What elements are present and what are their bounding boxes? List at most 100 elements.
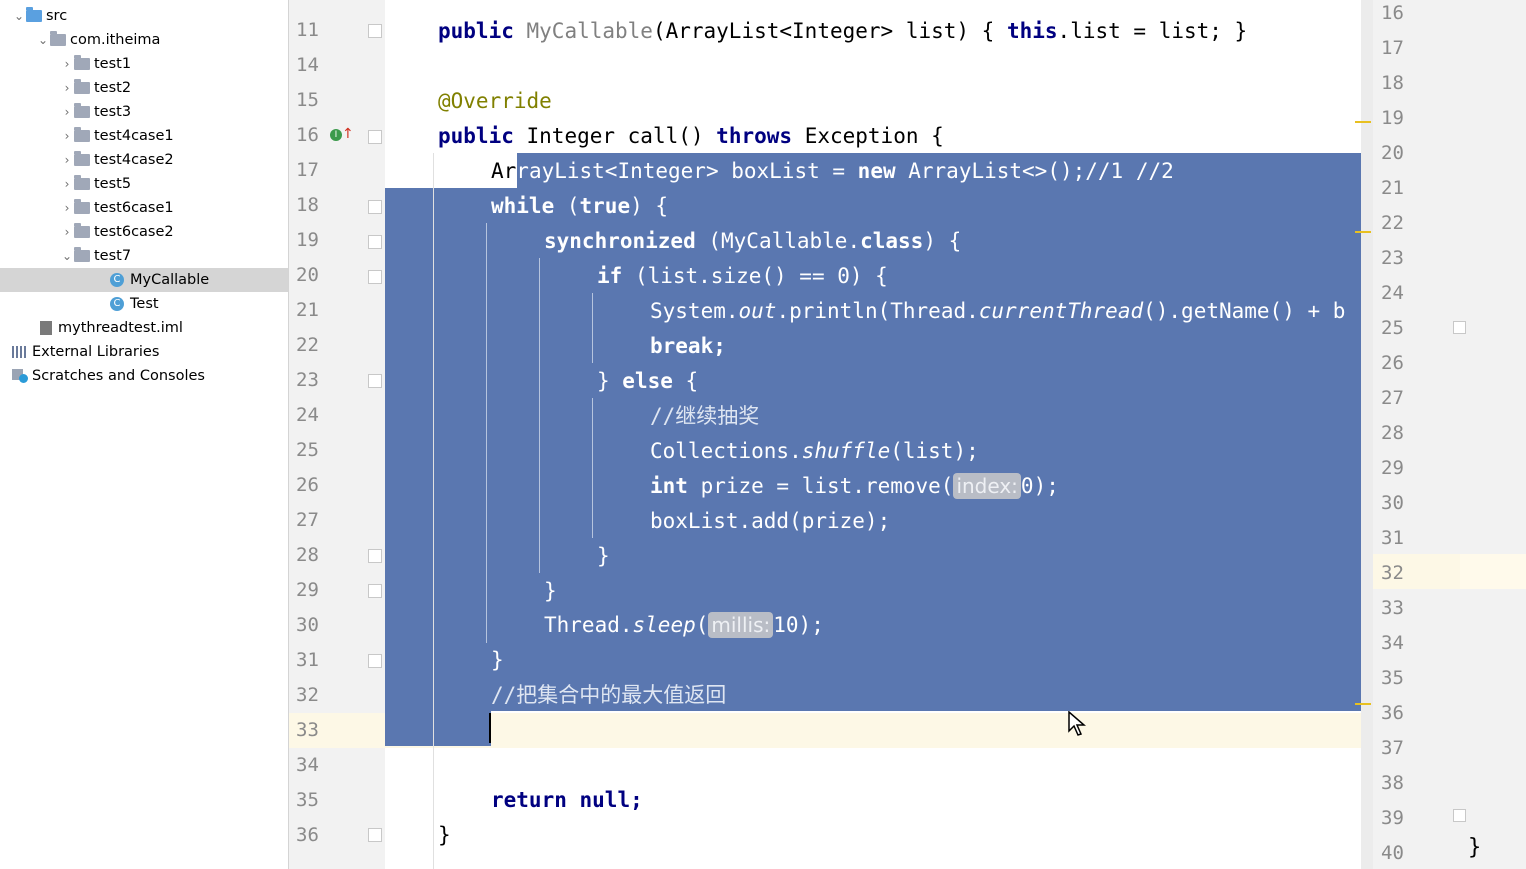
chevron-right-icon[interactable]: › <box>60 57 74 71</box>
code-line-16: public Integer call() throws Exception { <box>438 124 944 148</box>
chevron-right-icon[interactable]: › <box>60 225 74 239</box>
fold-end-icon[interactable] <box>1453 809 1466 822</box>
line-number: 27 <box>296 509 319 531</box>
chevron-right-icon[interactable]: › <box>60 81 74 95</box>
code-line-35: return null; <box>491 788 643 812</box>
fold-expand-icon[interactable] <box>368 24 382 38</box>
code-line-15: @Override <box>438 89 552 113</box>
line-number: 32 <box>296 684 319 706</box>
fold-collapse-icon[interactable] <box>368 200 382 214</box>
tree-item-test3[interactable]: › test3 <box>0 100 288 124</box>
tree-item-test4case2[interactable]: › test4case2 <box>0 148 288 172</box>
parameter-hint: millis: <box>708 612 774 638</box>
tree-item-test1[interactable]: › test1 <box>0 52 288 76</box>
tree-item-iml[interactable]: mythreadtest.iml <box>0 316 288 340</box>
code-line-26: int prize = list.remove(index: 0); <box>650 473 1059 499</box>
tree-item-label: MyCallable <box>130 272 210 288</box>
tree-item-test5[interactable]: › test5 <box>0 172 288 196</box>
tree-item-test7[interactable]: ⌄ test7 <box>0 244 288 268</box>
tree-item-external-libraries[interactable]: External Libraries <box>0 340 288 364</box>
fold-collapse-icon[interactable] <box>368 130 382 144</box>
closing-brace: } <box>1468 835 1482 860</box>
indent-guide <box>486 223 487 643</box>
split-editor-panel: 16 17 18 19 20 21 22 23 24 25 26 27 28 2… <box>1373 0 1526 869</box>
text-caret <box>489 713 491 743</box>
chevron-right-icon[interactable]: › <box>60 201 74 215</box>
editor-scroll-strip[interactable] <box>1361 0 1373 869</box>
package-icon <box>74 55 90 70</box>
tree-item-label: test6case2 <box>94 224 174 240</box>
line-number: 19 <box>1381 107 1404 129</box>
tree-item-src[interactable]: ⌄ src <box>0 4 288 28</box>
warning-marker[interactable] <box>1355 121 1371 123</box>
warning-marker[interactable] <box>1355 231 1371 233</box>
fold-end-icon[interactable] <box>368 654 382 668</box>
tree-item-label: test2 <box>94 80 132 96</box>
line-number: 23 <box>1381 247 1404 269</box>
tree-item-label: External Libraries <box>32 344 160 360</box>
line-number: 11 <box>296 19 319 41</box>
chevron-down-icon[interactable]: ⌄ <box>36 33 50 47</box>
code-line-17: ArrayList<Integer> boxList = new ArrayLi… <box>491 159 1174 183</box>
code-editor[interactable]: public MyCallable(ArrayList<Integer> lis… <box>385 0 1373 869</box>
package-icon <box>74 223 90 238</box>
fold-collapse-icon[interactable] <box>368 270 382 284</box>
warning-marker[interactable] <box>1355 703 1371 705</box>
line-number: 28 <box>1381 422 1404 444</box>
tree-item-scratches[interactable]: Scratches and Consoles <box>0 364 288 388</box>
chevron-right-icon[interactable]: › <box>60 129 74 143</box>
package-icon <box>50 31 66 46</box>
fold-end-icon[interactable] <box>368 374 382 388</box>
tree-item-test[interactable]: C Test <box>0 292 288 316</box>
source-folder-icon <box>26 7 42 22</box>
line-number: 22 <box>296 334 319 356</box>
tree-item-label: test6case1 <box>94 200 174 216</box>
chevron-right-icon[interactable]: › <box>60 177 74 191</box>
tree-item-test2[interactable]: › test2 <box>0 76 288 100</box>
code-line-19: synchronized (MyCallable.class) { <box>544 229 962 253</box>
line-number: 36 <box>296 824 319 846</box>
package-icon <box>74 247 90 262</box>
line-number: 40 <box>1381 842 1404 864</box>
tree-item-test6case2[interactable]: › test6case2 <box>0 220 288 244</box>
implements-method-icon[interactable]: I ↑ <box>330 126 354 144</box>
indent-guide <box>539 258 540 573</box>
line-number: 24 <box>1381 282 1404 304</box>
indent-guide <box>592 293 593 363</box>
fold-end-icon[interactable] <box>368 828 382 842</box>
tree-item-mycallable[interactable]: C MyCallable <box>0 268 288 292</box>
code-line-21: System.out.println(Thread.currentThread(… <box>650 299 1346 323</box>
fold-collapse-icon[interactable] <box>368 235 382 249</box>
line-number: 21 <box>1381 177 1404 199</box>
mouse-pointer-icon <box>1068 711 1086 736</box>
chevron-down-icon[interactable]: ⌄ <box>60 249 74 263</box>
package-icon <box>74 175 90 190</box>
code-line-29: } <box>544 579 557 603</box>
line-number: 20 <box>1381 142 1404 164</box>
line-number: 34 <box>1381 632 1404 654</box>
line-number: 20 <box>296 264 319 286</box>
tree-item-test4case1[interactable]: › test4case1 <box>0 124 288 148</box>
chevron-down-icon[interactable]: ⌄ <box>12 9 26 23</box>
line-number: 25 <box>296 439 319 461</box>
tree-item-test6case1[interactable]: › test6case1 <box>0 196 288 220</box>
split-editor-current-line <box>1460 554 1526 589</box>
fold-end-icon[interactable] <box>368 584 382 598</box>
line-number: 23 <box>296 369 319 391</box>
line-number: 29 <box>1381 457 1404 479</box>
selection-last-line <box>385 711 491 746</box>
tree-item-package[interactable]: ⌄ com.itheima <box>0 28 288 52</box>
fold-end-icon[interactable] <box>1453 321 1466 334</box>
fold-end-icon[interactable] <box>368 549 382 563</box>
line-number: 32 <box>1381 562 1404 584</box>
line-number: 34 <box>296 754 319 776</box>
code-line-20: if (list.size() == 0) { <box>597 264 888 288</box>
line-number: 29 <box>296 579 319 601</box>
line-number: 36 <box>1381 702 1404 724</box>
chevron-right-icon[interactable]: › <box>60 105 74 119</box>
code-line-28: } <box>597 544 610 568</box>
chevron-right-icon[interactable]: › <box>60 153 74 167</box>
tree-item-label: Scratches and Consoles <box>32 368 205 384</box>
tree-item-label: test4case2 <box>94 152 174 168</box>
code-line-11: public MyCallable(ArrayList<Integer> lis… <box>438 19 1248 43</box>
